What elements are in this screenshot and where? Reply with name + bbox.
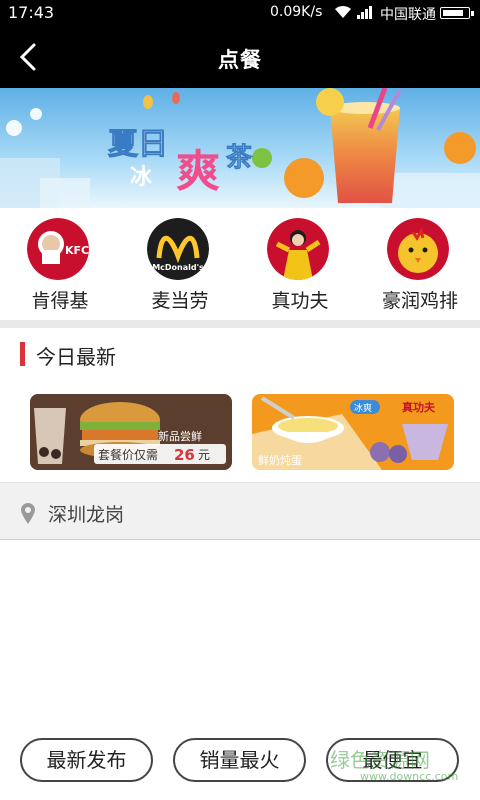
brand-item-mcdonalds[interactable]: McDonald's 麦当劳 [120, 208, 240, 320]
section-divider [0, 320, 480, 328]
brand-item-kfc[interactable]: KFC 肯得基 [0, 208, 120, 320]
section-title-today: 今日最新 [36, 345, 116, 369]
promo-badge: 冰爽 [354, 402, 372, 414]
location-bar[interactable]: 深圳龙岗 [0, 482, 480, 540]
banner-headline-2: 冰 [130, 165, 153, 190]
brand-row: KFC 肯得基 McDonald's 麦当劳 真功夫 豪润鸡排 [0, 208, 480, 320]
signal-icon [357, 6, 372, 19]
section-accent-bar [20, 342, 25, 366]
sort-latest-button[interactable]: 最新发布 [20, 738, 153, 782]
promo-card-burger[interactable]: 新品尝鲜 套餐价仅需 26 元 [30, 394, 232, 470]
brand-label-kfc: 肯得基 [31, 290, 89, 312]
promo-banner[interactable]: 夏日 冰 爽 茶 [0, 88, 480, 208]
brand-label-zhengongfu: 真功夫 [271, 290, 329, 312]
watermark-url: www.downcc.com [360, 770, 459, 783]
promo-card-dessert[interactable]: 冰爽 真功夫 鲜奶炖蛋 [252, 394, 454, 470]
mcdonalds-logo-icon: McDonald's [147, 218, 209, 280]
sort-bestselling-button[interactable]: 销量最火 [173, 738, 306, 782]
promo-caption: 鲜奶炖蛋 [258, 453, 302, 467]
title-bar: 点餐 [0, 26, 480, 88]
status-carrier: 中国联通 [380, 7, 436, 23]
brand-item-zhengongfu[interactable]: 真功夫 [240, 208, 360, 320]
brand-label-mcdonalds: 麦当劳 [151, 290, 209, 312]
watermark-text: 绿色资源网 [330, 748, 430, 772]
banner-headline-3: 爽 [176, 146, 220, 197]
promo-price: 26 [174, 446, 195, 464]
banner-image: 夏日 冰 爽 茶 [0, 88, 480, 208]
promo-brand: 真功夫 [402, 400, 436, 414]
mcdonalds-logo-text: McDonald's [152, 263, 204, 272]
status-bar: 17:43 0.09K/s 中国联通 [0, 0, 480, 26]
location-text: 深圳龙岗 [48, 504, 125, 526]
brand-item-haorun[interactable]: 豪润鸡排 [360, 208, 480, 320]
zhengongfu-logo-icon [267, 218, 329, 280]
promo-image-burger: 新品尝鲜 套餐价仅需 26 元 [30, 394, 232, 470]
promo-price-unit: 元 [198, 448, 210, 462]
status-speed: 0.09K/s [270, 4, 323, 20]
banner-headline-4: 茶 [226, 143, 253, 173]
kfc-logo-icon: KFC [27, 218, 89, 280]
promo-tag: 新品尝鲜 [158, 429, 202, 443]
promo-image-dessert: 冰爽 真功夫 鲜奶炖蛋 [252, 394, 454, 470]
location-pin-icon [21, 503, 35, 524]
app-screen: 17:43 0.09K/s 中国联通 点餐 夏日 冰 爽 茶 KFC 肯得基 M… [0, 0, 480, 800]
status-time: 17:43 [8, 3, 55, 22]
promo-price-text: 套餐价仅需 [98, 447, 158, 462]
page-title: 点餐 [218, 48, 262, 72]
haorun-chicken-logo-icon [387, 218, 449, 280]
kfc-logo-text: KFC [65, 244, 89, 257]
brand-label-haorun: 豪润鸡排 [381, 290, 458, 312]
battery-icon [440, 7, 474, 19]
wifi-icon [335, 5, 351, 18]
banner-headline-1: 夏日 [108, 127, 168, 162]
